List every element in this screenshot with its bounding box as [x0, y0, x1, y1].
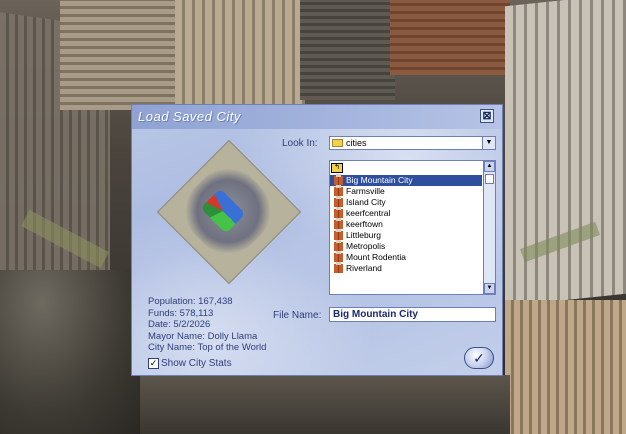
file-list-item[interactable]: keerftown	[330, 218, 482, 230]
city-file-icon	[334, 251, 343, 262]
building	[175, 0, 305, 105]
building	[505, 300, 626, 434]
file-list-item[interactable]: Metropolis	[330, 240, 482, 252]
dialog-title: Load Saved City	[138, 109, 241, 124]
scroll-down-icon[interactable]: ▼	[484, 283, 495, 294]
file-list-item-label: Mount Rodentia	[346, 252, 407, 262]
chevron-down-icon[interactable]: ▼	[482, 137, 495, 149]
file-name-input[interactable]: Big Mountain City	[329, 307, 496, 322]
stat-date: Date: 5/2/2026	[148, 319, 211, 330]
city-stats: Population: 167,438 Funds: 578,113 Date:…	[148, 296, 266, 354]
city-preview	[140, 135, 310, 295]
city-file-icon	[334, 262, 343, 273]
file-rows: Big Mountain City Farmsville Island City ke…	[330, 174, 482, 274]
checkbox-icon[interactable]: ✓	[148, 358, 159, 369]
show-city-stats-label: Show City Stats	[161, 358, 232, 369]
file-list-item[interactable]: Island City	[330, 196, 482, 208]
stat-mayor: Mayor Name: Dolly Llama	[148, 330, 258, 342]
stat-city-name: City Name: Top of the World	[148, 342, 267, 353]
file-list-item[interactable]: Littleburg	[330, 229, 482, 241]
stat-population: Population: 167,438	[148, 296, 233, 307]
file-list-item[interactable]: keerfcentral	[330, 207, 482, 219]
look-in-value: cities	[346, 138, 367, 148]
show-city-stats-toggle[interactable]: ✓ Show City Stats	[148, 358, 232, 369]
building	[60, 0, 180, 110]
city-file-icon	[334, 229, 343, 240]
file-list-item-label: Littleburg	[346, 230, 381, 240]
city-file-icon	[334, 240, 343, 251]
file-list-item[interactable]: Riverland	[330, 262, 482, 274]
city-file-icon	[334, 185, 343, 196]
look-in-label: Look In:	[282, 138, 318, 149]
file-list-item-label: Island City	[346, 197, 386, 207]
scroll-up-icon[interactable]: ▲	[484, 161, 495, 172]
file-list[interactable]: ↰ Big Mountain City Farmsville Island City…	[329, 160, 496, 295]
city-file-icon	[334, 218, 343, 229]
city-file-icon	[334, 196, 343, 207]
building	[300, 0, 395, 100]
file-name-label: File Name:	[273, 310, 322, 321]
look-in-select[interactable]: cities ▼	[329, 136, 496, 150]
city-file-icon	[334, 207, 343, 218]
file-list-item-label: keerftown	[346, 219, 383, 229]
close-button[interactable]: ⊠	[480, 109, 494, 123]
file-list-item[interactable]: Big Mountain City	[330, 174, 482, 186]
stat-funds: Funds: 578,113	[148, 307, 214, 319]
file-list-item-label: Big Mountain City	[346, 175, 413, 185]
load-city-dialog: Load Saved City ⊠ Population: 167,438 Fu…	[131, 104, 503, 376]
up-folder-icon[interactable]: ↰	[331, 163, 343, 173]
folder-icon	[332, 139, 343, 147]
file-list-item-label: keerfcentral	[346, 208, 391, 218]
dialog-titlebar: Load Saved City ⊠	[132, 105, 502, 129]
file-list-item-label: Riverland	[346, 263, 382, 273]
building	[0, 270, 140, 434]
ok-button[interactable]: ✓	[464, 347, 494, 369]
building	[140, 375, 510, 434]
scrollbar[interactable]: ▲ ▼	[483, 161, 495, 294]
building	[390, 0, 510, 75]
file-list-item[interactable]: Mount Rodentia	[330, 251, 482, 263]
scroll-thumb[interactable]	[485, 174, 494, 184]
file-list-item-label: Metropolis	[346, 241, 386, 251]
city-file-icon	[334, 174, 343, 185]
file-list-item[interactable]: Farmsville	[330, 185, 482, 197]
file-list-item-label: Farmsville	[346, 186, 385, 196]
